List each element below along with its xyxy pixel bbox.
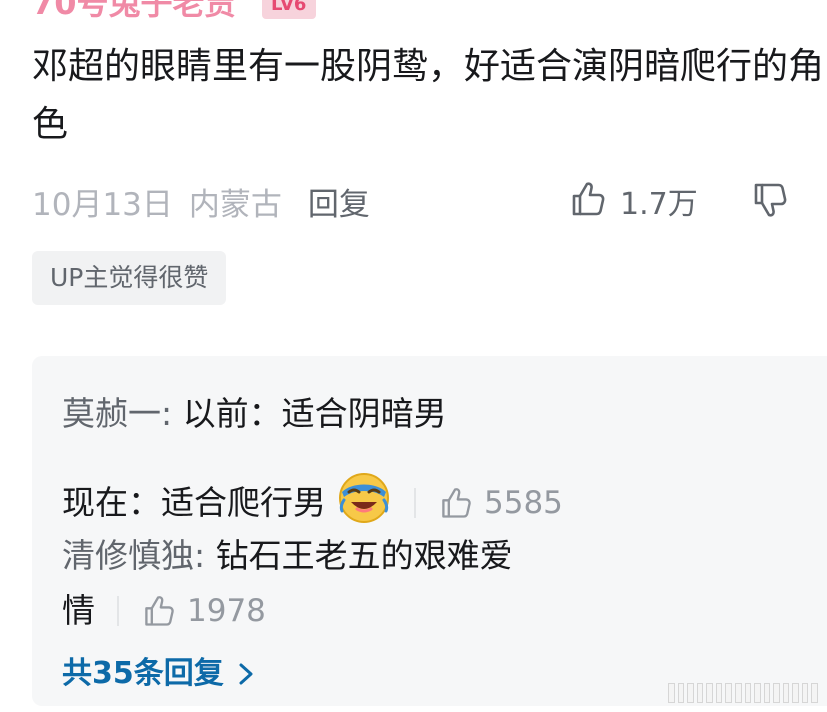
thumbs-up-icon	[145, 596, 174, 626]
sub-reply-2-like-button[interactable]: 1978	[141, 591, 266, 631]
sub-reply-2-like-count: 1978	[187, 593, 266, 629]
sub-reply-1-user[interactable]: 莫赪一:	[62, 394, 172, 433]
sub-reply-1-text: 以前：适合阴暗男	[172, 394, 447, 433]
sub-reply-2-line1: 清修慎独: 钻石王老五的艰难爱	[62, 536, 513, 576]
thumbs-up-icon	[568, 179, 608, 223]
sub-reply-1-text-cont: 现在：适合爬行男	[62, 482, 326, 522]
thumbs-down-icon[interactable]	[750, 180, 790, 224]
view-all-replies-label: 共35条回复	[62, 656, 224, 691]
sub-reply-1-like-button[interactable]: 5585	[438, 483, 563, 523]
divider	[414, 487, 416, 518]
sub-reply-2-text-cont: 情	[62, 591, 95, 630]
view-all-replies-link[interactable]: 共35条回复	[62, 654, 256, 694]
sub-reply-2-user[interactable]: 清修慎独:	[62, 536, 205, 575]
username[interactable]: 70号兔子老贾	[32, 0, 237, 22]
level-badge: LV6	[261, 0, 316, 19]
comment-meta-row: 10月13日 内蒙古 回复 1.7万	[32, 178, 812, 224]
laugh-cry-emoji-icon	[336, 470, 392, 535]
like-button[interactable]: 1.7万	[568, 178, 698, 224]
watermark	[668, 683, 818, 703]
thumbs-up-icon	[442, 487, 471, 518]
chevron-right-icon	[239, 663, 253, 685]
comment-location: 内蒙古	[188, 186, 282, 223]
reply-button[interactable]: 回复	[308, 179, 370, 224]
sub-reply-1-line2: 现在：适合爬行男 5585	[62, 470, 563, 535]
comment-username-cut[interactable]: 70号兔子老贾 LV6	[32, 0, 316, 24]
sub-reply-1-line1: 莫赪一: 以前：适合阴暗男	[62, 394, 447, 434]
comment-date: 10月13日	[32, 186, 173, 223]
sub-reply-2-line2: 情 1978	[62, 591, 266, 631]
divider	[117, 596, 119, 626]
sub-reply-2-text: 钻石王老五的艰难爱	[205, 536, 513, 575]
up-liked-tag: UP主觉得很赞	[32, 251, 227, 305]
sub-reply-1-like-count: 5585	[484, 484, 563, 521]
comment-text: 邓超的眼睛里有一股阴鸷，好适合演阴暗爬行的角色	[32, 46, 825, 145]
like-count: 1.7万	[620, 187, 698, 222]
sub-replies-box: 莫赪一: 以前：适合阴暗男 现在：适合爬行男 5585 清修慎独: 钻石王老五的…	[32, 356, 827, 706]
